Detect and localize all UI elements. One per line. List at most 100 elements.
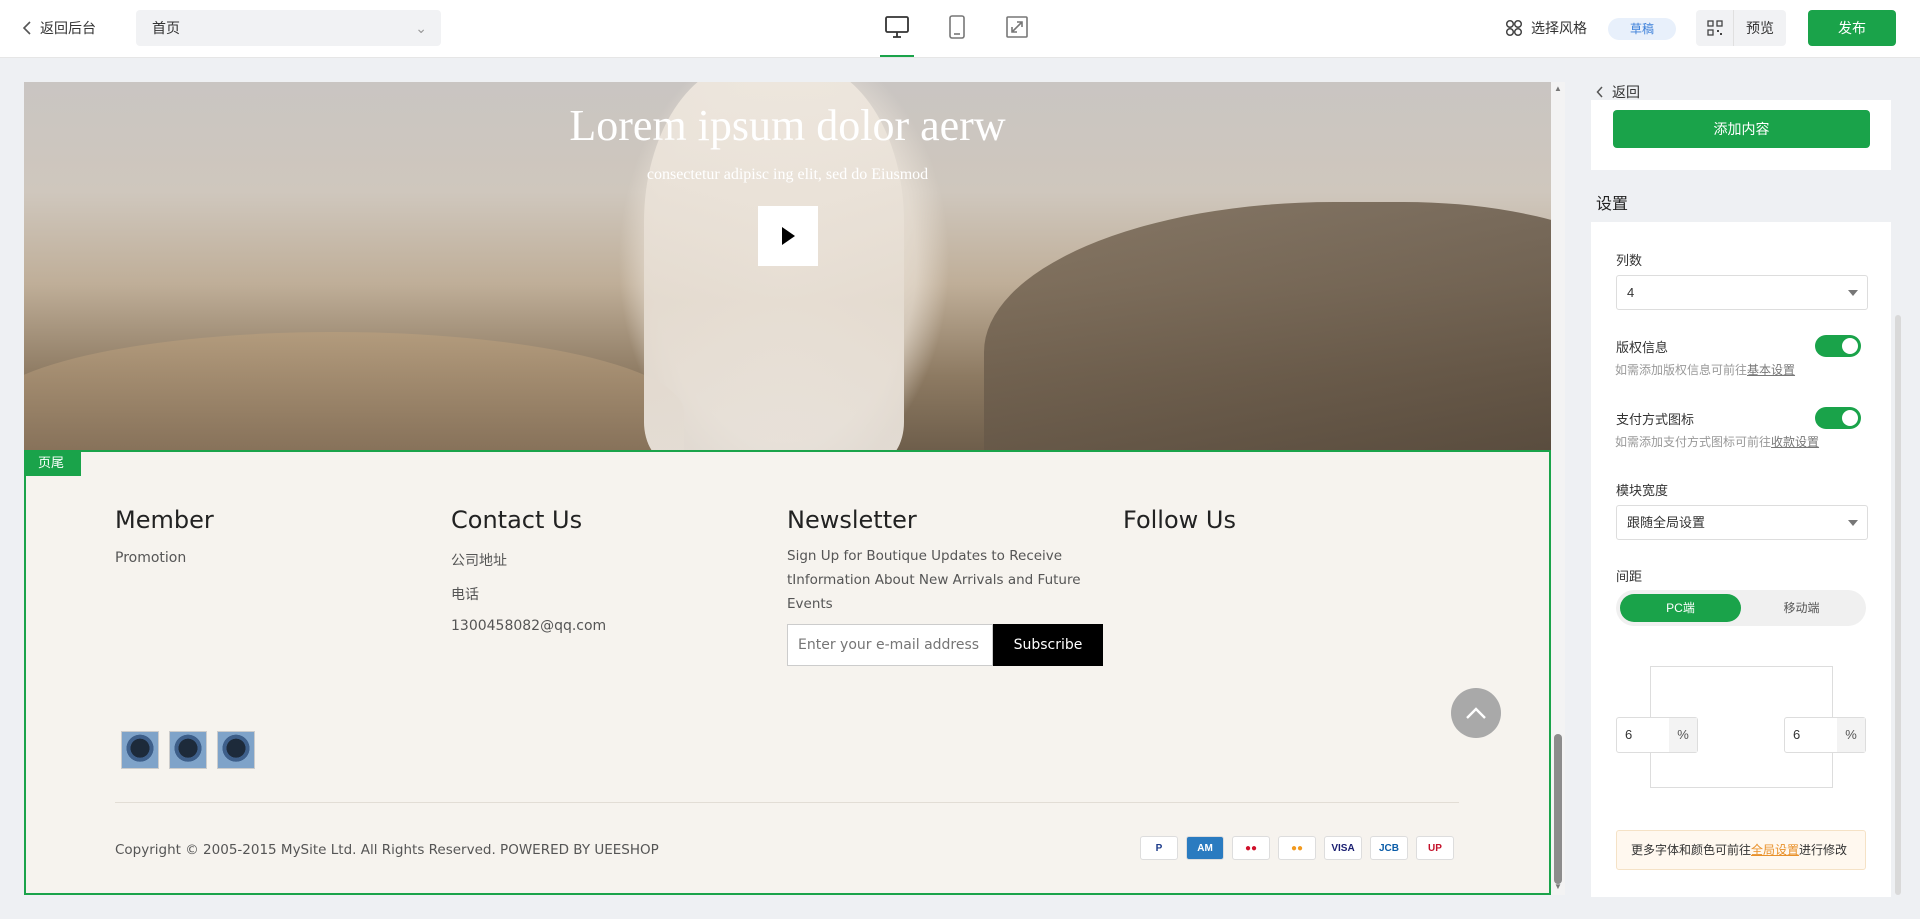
toggle-knob: [1842, 338, 1858, 354]
page-select-value: 首页: [152, 20, 180, 36]
footer-contact-email[interactable]: 1300458082@qq.com: [451, 618, 606, 634]
choose-style-label: 选择风格: [1531, 20, 1587, 36]
hero-image-hill: [984, 202, 1551, 450]
basic-settings-link[interactable]: 基本设置: [1747, 363, 1795, 377]
footer-column-title: Contact Us: [451, 506, 583, 534]
tab-pc[interactable]: PC端: [1620, 594, 1741, 622]
copyright-hint: 如需添加版权信息可前往基本设置: [1615, 361, 1795, 378]
footer-link[interactable]: Promotion: [115, 550, 186, 566]
play-icon: [782, 227, 795, 245]
columns-label: 列数: [1616, 253, 1643, 268]
mastercard-icon: ●●: [1278, 836, 1316, 860]
qrcode-icon: [1706, 20, 1723, 36]
page-select[interactable]: 首页 ⌄: [136, 10, 441, 46]
device-switcher: [880, 8, 1034, 57]
chevron-left-icon: [1596, 86, 1603, 98]
copyright-toggle[interactable]: [1815, 335, 1861, 357]
qr-preview-button[interactable]: [1696, 10, 1734, 46]
padding-right-input[interactable]: 6 %: [1784, 717, 1866, 753]
footer-contact-phone: 电话: [451, 587, 479, 603]
status-badge: 草稿: [1608, 18, 1676, 40]
padding-left-value: 6: [1625, 727, 1633, 742]
preview-button[interactable]: 预览: [1696, 10, 1786, 46]
footer-column-title: Member: [115, 506, 214, 534]
chevron-up-icon: [1466, 707, 1486, 719]
hero-title: Lorem ipsum dolor aerw: [569, 101, 1006, 150]
panel-section-title: 设置: [1596, 196, 1629, 213]
choose-style-button[interactable]: 选择风格: [1505, 18, 1587, 38]
footer-column-newsletter: Newsletter Sign Up for Boutique Updates …: [787, 506, 1103, 666]
payicon-hint: 如需添加支付方式图标可前往收款设置: [1615, 433, 1819, 450]
footer-copyright: Copyright © 2005-2015 MySite Ltd. All Ri…: [115, 842, 659, 858]
scroll-up-icon[interactable]: ▲: [1553, 84, 1563, 93]
canvas-scrollbar[interactable]: ▲ ▼: [1551, 82, 1565, 895]
product-thumbnail[interactable]: [121, 731, 159, 769]
back-to-admin-button[interactable]: 返回后台: [22, 18, 96, 38]
back-to-admin-label: 返回后台: [40, 20, 96, 36]
jcb-icon: JCB: [1370, 836, 1408, 860]
spacing-device-tabs: PC端 移动端: [1616, 590, 1866, 626]
note-prefix: 更多字体和颜色可前往: [1631, 843, 1752, 857]
add-content-button[interactable]: 添加内容: [1613, 110, 1870, 148]
global-settings-note: 更多字体和颜色可前往全局设置进行修改: [1616, 830, 1866, 870]
note-suffix: 进行修改: [1799, 843, 1848, 857]
panel-back-button[interactable]: 返回: [1596, 82, 1640, 102]
caret-down-icon: [1848, 290, 1858, 296]
fullscreen-icon: [1006, 16, 1028, 38]
grid-icon: [1505, 19, 1523, 37]
footer-column-contact: Contact Us 公司地址 电话 1300458082@qq.com: [451, 506, 606, 634]
footer-column-member: Member Promotion: [115, 506, 214, 566]
newsletter-text: Sign Up for Boutique Updates to Receive …: [787, 548, 1081, 612]
back-to-top-button[interactable]: [1451, 688, 1501, 738]
amex-icon: AM: [1186, 836, 1224, 860]
module-width-label: 模块宽度: [1616, 483, 1669, 498]
paypal-icon: P: [1140, 836, 1178, 860]
payment-settings-link[interactable]: 收款设置: [1771, 435, 1819, 449]
mobile-icon: [949, 15, 965, 39]
payment-icons: P AM ●● ●● VISA JCB UP: [1140, 836, 1454, 860]
columns-select[interactable]: 4: [1616, 275, 1868, 310]
footer-column-follow: Follow Us: [1123, 506, 1236, 534]
spacing-label: 间距: [1616, 569, 1643, 584]
footer-contact-address: 公司地址: [451, 553, 507, 569]
footer-column-title: Follow Us: [1123, 506, 1236, 534]
caret-down-icon: [1848, 520, 1858, 526]
editor-canvas: Lorem ipsum dolor aerw consectetur adipi…: [24, 82, 1551, 895]
scrollbar-thumb[interactable]: [1554, 734, 1562, 884]
copyright-label: 版权信息: [1616, 340, 1669, 355]
video-play-button[interactable]: [758, 206, 818, 266]
maestro-icon: ●●: [1232, 836, 1270, 860]
scroll-down-icon[interactable]: ▼: [1553, 882, 1563, 891]
padding-right-value: 6: [1793, 727, 1801, 742]
module-width-value: 跟随全局设置: [1627, 515, 1706, 530]
settings-card: [1591, 222, 1891, 897]
padding-left-input[interactable]: 6 %: [1616, 717, 1698, 753]
chevron-down-icon: ⌄: [415, 20, 427, 36]
tab-mobile[interactable]: 移动端: [1741, 594, 1862, 622]
product-thumbnail[interactable]: [169, 731, 207, 769]
mobile-view-button[interactable]: [940, 8, 974, 56]
subscribe-button[interactable]: Subscribe: [993, 624, 1103, 666]
hero-banner[interactable]: Lorem ipsum dolor aerw consectetur adipi…: [24, 82, 1551, 450]
columns-select-value: 4: [1627, 285, 1635, 300]
toggle-knob: [1842, 410, 1858, 426]
desktop-view-button[interactable]: [880, 8, 914, 57]
copyright-hint-text: 如需添加版权信息可前往: [1615, 363, 1748, 377]
visa-icon: VISA: [1324, 836, 1362, 860]
fullscreen-view-button[interactable]: [1000, 8, 1034, 56]
payicon-toggle[interactable]: [1815, 407, 1861, 429]
hero-subtitle: consectetur adipisc ing elit, sed do Eiu…: [646, 166, 929, 183]
percent-unit: %: [1669, 718, 1697, 752]
payicon-hint-text: 如需添加支付方式图标可前往: [1615, 435, 1772, 449]
global-settings-link[interactable]: 全局设置: [1751, 843, 1799, 857]
publish-button[interactable]: 发布: [1808, 10, 1896, 46]
newsletter-email-input[interactable]: [787, 624, 993, 666]
footer-divider: [115, 802, 1459, 803]
payicon-label: 支付方式图标: [1616, 412, 1695, 427]
top-toolbar: 返回后台 首页 ⌄ 选择风格 草稿 预览 发布: [0, 0, 1920, 58]
percent-unit: %: [1837, 718, 1865, 752]
unionpay-icon: UP: [1416, 836, 1454, 860]
product-thumbnail[interactable]: [217, 731, 255, 769]
module-width-select[interactable]: 跟随全局设置: [1616, 505, 1868, 540]
panel-scrollbar[interactable]: [1895, 315, 1901, 895]
